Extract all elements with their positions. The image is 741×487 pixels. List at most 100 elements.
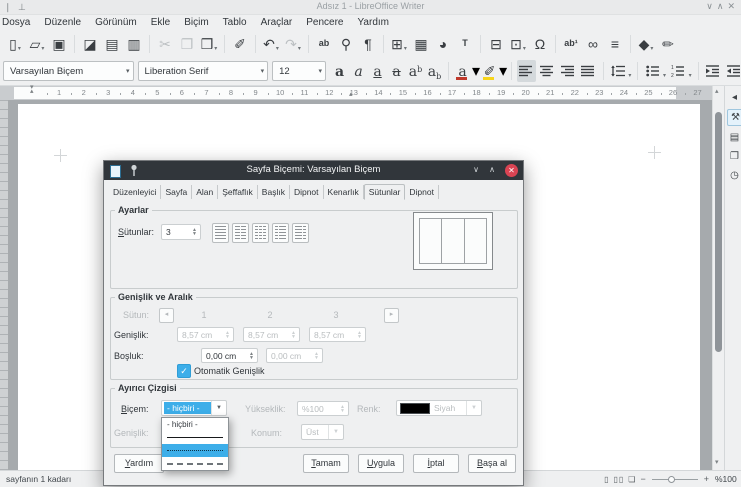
numbered-list-button[interactable]: 12 <box>669 60 688 82</box>
tab-şeffaflık[interactable]: Şeffaflık <box>218 185 258 199</box>
single-page-view-icon[interactable]: ▯ <box>604 475 609 484</box>
insert-page-break-button[interactable]: ⊟ <box>486 33 506 55</box>
sidebar-page-icon[interactable]: ▤ <box>727 130 741 145</box>
undo-button[interactable]: ↶▾ <box>261 33 281 55</box>
copy-button[interactable]: ❐ <box>177 33 197 55</box>
help-button[interactable]: Yardım <box>114 454 164 473</box>
window-close-icon[interactable]: ✕ <box>727 1 739 11</box>
chevron-down-icon[interactable]: ▾ <box>523 45 526 55</box>
tab-kenarlık[interactable]: Kenarlık <box>324 185 364 199</box>
menu-görünüm[interactable]: Görünüm <box>88 16 144 29</box>
decrease-indent-button[interactable] <box>724 60 741 82</box>
autowidth-checkbox[interactable]: ✓ <box>177 364 191 378</box>
ok-button[interactable]: Tamam <box>303 454 349 473</box>
sidebar-styles-icon[interactable]: ❐ <box>727 149 741 164</box>
open-file-button[interactable]: ▱▾ <box>27 33 47 55</box>
chevron-down-icon[interactable]: ▼ <box>211 401 226 415</box>
find-replace-button[interactable]: ⚲ <box>336 33 356 55</box>
zoom-level[interactable]: %100 <box>715 474 741 484</box>
chevron-down-icon[interactable]: ▾ <box>214 45 217 55</box>
paste-button[interactable]: ❒▾ <box>199 33 219 55</box>
tab-dipnot[interactable]: Dipnot <box>290 185 324 199</box>
strikethrough-button[interactable]: a <box>387 60 406 82</box>
scroll-up-icon[interactable]: ▴ <box>715 87 719 95</box>
tab-sayfa[interactable]: Sayfa <box>161 185 192 199</box>
insert-chart-button[interactable]: ◕ <box>433 33 453 55</box>
insert-field-button[interactable]: ⊡▾ <box>508 33 528 55</box>
menu-düzenle[interactable]: Düzenle <box>37 16 88 29</box>
zoom-slider[interactable] <box>652 479 698 480</box>
width-column2-input[interactable]: 8,57 cm ▲▼ <box>243 327 300 342</box>
line-style-select[interactable]: - hiçbiri - ▼ <box>161 400 227 416</box>
paragraph-style-select[interactable]: Varsayılan Biçem ▾ <box>3 61 134 81</box>
underline-button[interactable]: a <box>368 60 387 82</box>
highlight-color-button[interactable]: ✐ <box>480 60 499 82</box>
new-document-button[interactable]: ▯▾ <box>5 33 25 55</box>
tab-dipnot[interactable]: Dipnot <box>405 185 439 199</box>
scrollbar-thumb[interactable] <box>715 112 722 352</box>
line-style-option-dotted[interactable] <box>162 444 228 457</box>
save-button[interactable]: ▣ <box>49 33 69 55</box>
columns-count-input[interactable]: 3 ▲▼ <box>161 224 201 240</box>
column-scroll-left-button[interactable]: ◂ <box>159 308 174 323</box>
insert-footnote-button[interactable]: ab¹ <box>561 33 581 55</box>
basic-shapes-button[interactable]: ◆▾ <box>636 33 656 55</box>
apply-button[interactable]: Uygula <box>358 454 404 473</box>
insert-special-character-button[interactable]: Ω <box>530 33 550 55</box>
sidebar-collapse-icon[interactable]: ◂ <box>727 90 741 105</box>
line-spacing-button[interactable] <box>609 60 628 82</box>
show-draw-functions-button[interactable]: ✏ <box>658 33 678 55</box>
preset-left-narrow-button[interactable] <box>272 223 289 243</box>
column-scroll-right-button[interactable]: ▸ <box>384 308 399 323</box>
menu-ekle[interactable]: Ekle <box>144 16 177 29</box>
cancel-button[interactable]: İptal <box>413 454 459 473</box>
subscript-button[interactable]: ab <box>425 60 444 82</box>
scroll-down-icon[interactable]: ▾ <box>715 458 719 466</box>
formatting-marks-button[interactable]: ¶ <box>358 33 378 55</box>
indent-marker-right[interactable]: ▴ <box>349 93 353 97</box>
increase-indent-button[interactable] <box>704 60 723 82</box>
menu-biçim[interactable]: Biçim <box>177 16 215 29</box>
bullet-list-button[interactable] <box>643 60 662 82</box>
preset-right-narrow-button[interactable] <box>292 223 309 243</box>
print-button[interactable]: ▤ <box>102 33 122 55</box>
line-color-select[interactable]: Siyah ▼ <box>396 400 482 416</box>
menu-dosya[interactable]: Dosya <box>0 16 37 29</box>
tab-alan[interactable]: Alan <box>192 185 218 199</box>
zoom-in-button[interactable]: + <box>702 474 711 484</box>
print-preview-button[interactable]: ▥ <box>124 33 144 55</box>
menu-araçlar[interactable]: Araçlar <box>254 16 300 29</box>
menu-yardım[interactable]: Yardım <box>351 16 397 29</box>
export-pdf-button[interactable]: ◪ <box>80 33 100 55</box>
insert-textbox-button[interactable]: T <box>455 33 475 55</box>
spacing-input-2[interactable]: 0,00 cm ▲▼ <box>266 348 323 363</box>
align-right-button[interactable] <box>558 60 577 82</box>
chevron-down-icon[interactable]: ▾ <box>298 45 301 55</box>
zoom-slider-thumb[interactable] <box>668 476 675 483</box>
width-column1-input[interactable]: 8,57 cm ▲▼ <box>177 327 234 342</box>
chevron-down-icon[interactable]: ▾ <box>472 61 480 81</box>
spacing-input-1[interactable]: 0,00 cm ▲▼ <box>201 348 258 363</box>
line-style-option-dashed[interactable] <box>162 457 228 470</box>
sidebar-navigator-icon[interactable]: ◷ <box>727 168 741 183</box>
insert-hyperlink-button[interactable]: ∞ <box>583 33 603 55</box>
line-style-option-none[interactable]: - hiçbiri - <box>162 418 228 431</box>
sidebar-properties-icon[interactable]: ⚒ <box>727 109 741 126</box>
menu-pencere[interactable]: Pencere <box>299 16 350 29</box>
chevron-down-icon[interactable]: ▾ <box>41 45 44 55</box>
insert-table-button[interactable]: ⊞▾ <box>389 33 409 55</box>
align-center-button[interactable] <box>538 60 557 82</box>
line-position-select[interactable]: Üst ▼ <box>301 424 344 440</box>
preset-three-columns-button[interactable] <box>252 223 269 243</box>
insert-comment-button[interactable]: ≡ <box>605 33 625 55</box>
chevron-down-icon[interactable]: ▾ <box>18 45 21 55</box>
menu-tablo[interactable]: Tablo <box>216 16 254 29</box>
multi-page-view-icon[interactable]: ▯▯ <box>613 475 624 484</box>
bold-button[interactable]: a <box>330 60 349 82</box>
align-justify-button[interactable] <box>579 60 598 82</box>
window-maximize-icon[interactable]: ∧ <box>717 1 728 11</box>
preset-two-columns-button[interactable] <box>232 223 249 243</box>
line-height-input[interactable]: %100 ▲▼ <box>297 401 349 416</box>
clone-formatting-button[interactable]: ✐ <box>230 33 250 55</box>
tab-sütunlar[interactable]: Sütunlar <box>364 184 406 200</box>
